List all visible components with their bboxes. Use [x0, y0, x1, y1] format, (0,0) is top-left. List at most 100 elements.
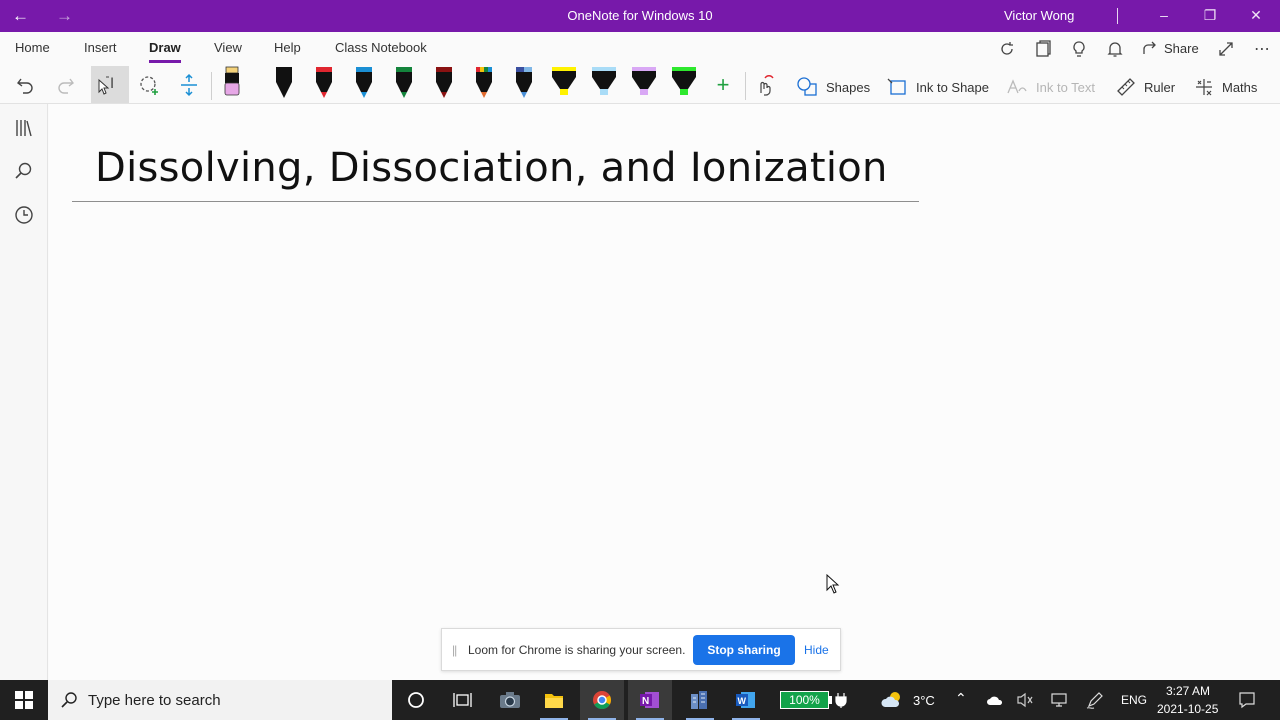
notebooks-icon[interactable]	[1033, 39, 1053, 59]
eraser-icon	[224, 66, 240, 96]
close-icon[interactable]: ✕	[1246, 7, 1266, 24]
onedrive-cloud-icon[interactable]	[982, 680, 1008, 720]
task-view-icon[interactable]	[441, 680, 485, 720]
full-screen-icon[interactable]	[1216, 39, 1236, 59]
shapes-label: Shapes	[826, 79, 871, 95]
stop-sharing-button[interactable]: Stop sharing	[693, 635, 795, 665]
notebooks-library-icon[interactable]	[13, 117, 35, 139]
pen-red[interactable]	[312, 66, 336, 98]
pen-icon	[356, 67, 372, 98]
share-button[interactable]: Share	[1142, 40, 1199, 56]
minimize-icon[interactable]: –	[1154, 7, 1174, 23]
pen-black[interactable]	[272, 66, 296, 98]
pen-galaxy-multicolor[interactable]	[472, 66, 496, 98]
draw-toolbar: I + Shapes Ink to Shape Ink to Text Rule…	[0, 66, 1280, 104]
pen-icon	[316, 67, 332, 98]
eraser-tool[interactable]	[220, 66, 244, 98]
ruler-button[interactable]: Ruler	[1116, 77, 1175, 97]
ink-to-text-icon	[1007, 79, 1027, 94]
weather-cloud-sun-icon[interactable]	[872, 680, 912, 720]
battery-indicator[interactable]: 100%	[780, 691, 829, 709]
pen-blue[interactable]	[352, 66, 376, 98]
pen-icon	[516, 67, 532, 98]
search-icon[interactable]	[13, 160, 35, 182]
mouse-pointer-icon	[826, 573, 840, 599]
highlighter-icon	[672, 67, 696, 95]
network-display-icon[interactable]	[1046, 680, 1072, 720]
pen-icon	[476, 67, 492, 98]
file-explorer-icon[interactable]	[532, 680, 576, 720]
chrome-icon[interactable]	[580, 680, 624, 720]
volume-icon[interactable]	[1012, 680, 1038, 720]
maths-label: Maths	[1222, 79, 1258, 95]
hide-banner-link[interactable]: Hide	[804, 643, 829, 657]
highlighter-icon	[552, 67, 576, 95]
lasso-select-icon[interactable]	[136, 72, 162, 98]
highlighter-icon	[632, 67, 656, 95]
type-select-tool[interactable]: I	[91, 66, 129, 103]
loom-sharing-banner: || Loom for Chrome is sharing your scree…	[441, 628, 841, 671]
ruler-label: Ruler	[1144, 79, 1176, 95]
toolbar-separator	[745, 72, 746, 100]
windows-start-icon[interactable]	[0, 680, 48, 720]
highlighter-green[interactable]	[670, 66, 698, 98]
language-indicator[interactable]: ENG	[1121, 693, 1147, 707]
toolbar-separator	[211, 72, 212, 100]
word-icon[interactable]: W	[724, 680, 768, 720]
cortana-icon[interactable]	[394, 680, 438, 720]
lightbulb-icon[interactable]	[1069, 39, 1089, 59]
active-tab-indicator	[149, 60, 181, 63]
tab-draw[interactable]: Draw	[149, 40, 181, 55]
add-pen-icon[interactable]: +	[710, 72, 736, 98]
more-options-icon[interactable]: ⋯	[1252, 39, 1272, 59]
svg-text:W: W	[738, 696, 747, 706]
user-name[interactable]: Victor Wong	[1004, 8, 1074, 23]
touch-draw-icon[interactable]	[752, 72, 778, 98]
share-icon	[1143, 41, 1156, 54]
maths-button[interactable]: Maths	[1194, 77, 1257, 97]
show-hidden-icons-chevron-icon[interactable]: ⌃	[955, 690, 967, 707]
onenote-icon[interactable]: N	[628, 680, 672, 720]
tab-home[interactable]: Home	[15, 40, 50, 55]
tab-help[interactable]: Help	[274, 40, 301, 55]
highlighter-light-blue[interactable]	[590, 66, 618, 98]
weather-temperature[interactable]: 3°C	[913, 693, 935, 708]
sync-icon[interactable]	[997, 39, 1017, 59]
highlighter-lilac[interactable]	[630, 66, 658, 98]
shapes-button[interactable]: Shapes	[796, 77, 870, 97]
clock-date[interactable]: 2021-10-25	[1157, 702, 1218, 716]
drag-handle-icon[interactable]: ||	[452, 643, 457, 657]
recent-clock-icon[interactable]	[13, 204, 35, 226]
tab-insert[interactable]: Insert	[84, 40, 117, 55]
ink-to-shape-button[interactable]: Ink to Shape	[886, 77, 989, 97]
page-title[interactable]: Dissolving, Dissociation, and Ionization	[95, 145, 888, 191]
pen-dark-red[interactable]	[432, 66, 456, 98]
action-center-icon[interactable]	[1234, 680, 1260, 720]
pen-icon	[396, 67, 412, 98]
ink-to-text-button[interactable]: Ink to Text	[1006, 77, 1095, 97]
notification-bell-icon[interactable]	[1105, 39, 1125, 59]
svg-text:I: I	[110, 76, 114, 92]
building-app-icon[interactable]	[678, 680, 722, 720]
navigation-sidebar	[0, 104, 48, 680]
restore-icon[interactable]: ❐	[1200, 7, 1220, 24]
tab-class-notebook[interactable]: Class Notebook	[335, 40, 427, 55]
camera-app-icon[interactable]	[488, 680, 532, 720]
maths-icon	[1196, 79, 1212, 96]
undo-icon[interactable]	[12, 72, 38, 98]
highlighter-yellow[interactable]	[550, 66, 578, 98]
title-separator	[1117, 8, 1118, 24]
svg-text:N: N	[642, 696, 649, 707]
loom-sharing-message: Loom for Chrome is sharing your screen.	[468, 643, 686, 657]
add-space-icon[interactable]	[176, 72, 202, 98]
tab-view[interactable]: View	[214, 40, 242, 55]
highlighter-icon	[592, 67, 616, 95]
pen-workspace-icon[interactable]	[1082, 680, 1108, 720]
pen-green[interactable]	[392, 66, 416, 98]
redo-icon[interactable]	[53, 72, 79, 98]
share-label: Share	[1164, 40, 1199, 56]
title-underline	[72, 201, 919, 202]
pen-galaxy-blue[interactable]	[512, 66, 536, 98]
taskbar-search-box[interactable]: Type here to search	[48, 680, 392, 720]
clock-time[interactable]: 3:27 AM	[1166, 684, 1210, 698]
